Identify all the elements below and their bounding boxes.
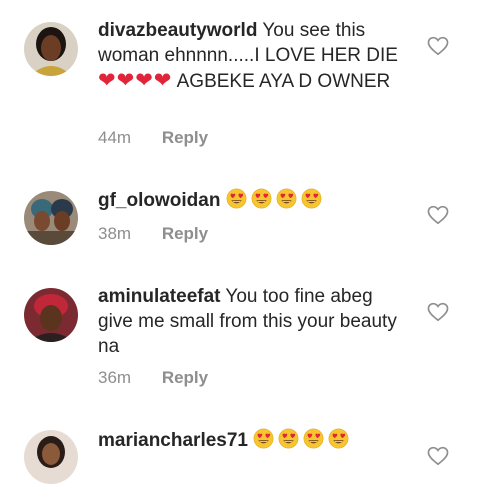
comment-meta: 44m Reply: [98, 128, 208, 148]
reply-button[interactable]: Reply: [162, 128, 208, 147]
username[interactable]: aminulateefat: [98, 286, 220, 307]
heart-eyes-emoji: [251, 188, 272, 209]
red-hearts-emoji: ❤❤❤❤: [98, 68, 173, 92]
reply-button[interactable]: Reply: [162, 224, 208, 243]
heart-eyes-emoji: [301, 188, 322, 209]
avatar[interactable]: [24, 22, 78, 76]
reply-button[interactable]: Reply: [162, 368, 208, 387]
username[interactable]: mariancharles71: [98, 430, 248, 451]
heart-eyes-emoji: [226, 188, 247, 209]
comment-text: aminulateefat You too fine abeg give me …: [98, 284, 400, 359]
heart-outline-icon[interactable]: [427, 36, 449, 56]
comment-body-continued: AGBEKE AYA D OWNER: [176, 71, 391, 92]
username[interactable]: divazbeautyworld: [98, 20, 257, 41]
comment-text: mariancharles71: [98, 428, 400, 453]
heart-outline-icon[interactable]: [427, 205, 449, 225]
comment-meta: 36m Reply: [98, 368, 208, 388]
heart-eyes-emoji: [328, 428, 349, 449]
heart-outline-icon[interactable]: [427, 302, 449, 322]
timestamp: 44m: [98, 128, 132, 147]
username[interactable]: gf_olowoidan: [98, 190, 220, 211]
avatar[interactable]: [24, 430, 78, 484]
comment-meta: 38m Reply: [98, 224, 208, 244]
heart-outline-icon[interactable]: [427, 446, 449, 466]
heart-eyes-emoji: [253, 428, 274, 449]
heart-eyes-emoji: [278, 428, 299, 449]
timestamp: 38m: [98, 224, 132, 243]
comment-text: divazbeautyworld You see this woman ehnn…: [98, 18, 400, 94]
avatar[interactable]: [24, 288, 78, 342]
heart-eyes-emoji: [276, 188, 297, 209]
comment-text: gf_olowoidan: [98, 188, 400, 213]
avatar[interactable]: [24, 191, 78, 245]
heart-eyes-emoji: [303, 428, 324, 449]
timestamp: 36m: [98, 368, 132, 387]
